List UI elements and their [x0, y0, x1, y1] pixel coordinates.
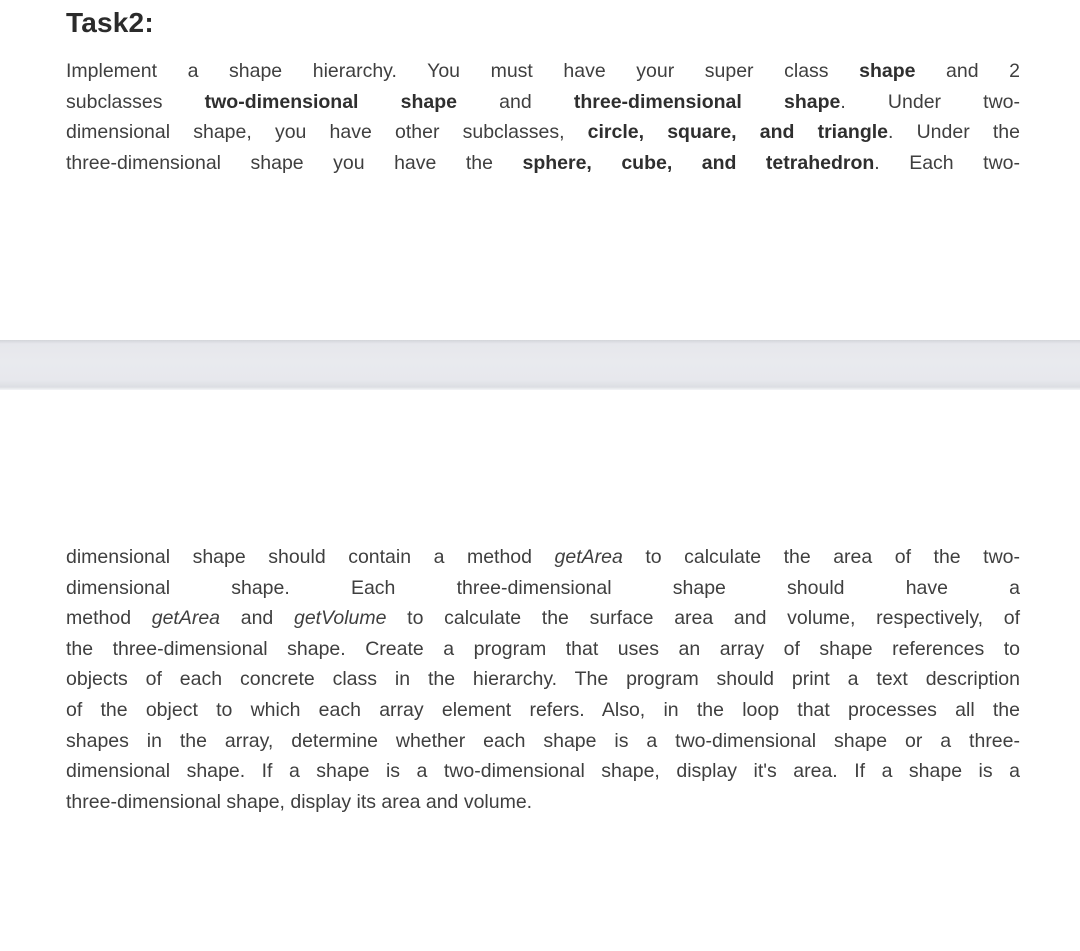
paragraph-1-line-4: three-dimensional shape you have the sph… [66, 148, 1020, 179]
paragraph-2-line-8: dimensional shape. If a shape is a two-d… [66, 756, 1020, 787]
paragraph-2-line-9: three-dimensional shape, display its are… [66, 787, 1020, 818]
p2-l1-text-a: dimensional shape should contain a metho… [66, 546, 555, 568]
p2-l3-text-a: method [66, 607, 152, 630]
page-blank-gap [0, 390, 1080, 540]
p2-l8-text: dimensional shape. If a shape is a two-d… [66, 760, 1020, 783]
p2-l3-italic-getarea: getArea [151, 607, 221, 630]
paragraph-1-line-3: dimensional shape, you have other subcla… [66, 117, 1020, 148]
p2-l3-italic-getvolume: getVolume [293, 607, 387, 630]
task-description-paragraph-1: Implement a shape hierarchy. You must ha… [66, 56, 1020, 178]
p1-l1-text-a: Implement a shape hierarchy. You must ha… [66, 60, 860, 82]
page-title: Task2: [66, 7, 154, 38]
document-page: Task2: Implement a shape hierarchy. You … [0, 0, 1080, 951]
p2-l1-italic-getarea: getArea [554, 546, 623, 568]
p2-l5-text: objects of each concrete class in the hi… [66, 668, 1020, 691]
paragraph-1-line-2: subclasses two-dimensional shape and thr… [66, 87, 1020, 118]
p2-l2-text: dimensional shape. Each three-dimensiona… [66, 576, 1020, 599]
paragraph-2-line-5: objects of each concrete class in the hi… [66, 664, 1020, 695]
p2-l3-text-b: and [220, 607, 294, 630]
p2-l1-text-b: to calculate the area of the two- [622, 546, 1020, 568]
p1-l1-text-b: and 2 [915, 60, 1021, 82]
p1-l4-bold-shapes-3d: sphere, cube, and tetrahedron [522, 151, 875, 174]
p1-l4-text-a: three-dimensional shape you have the [66, 151, 523, 174]
paragraph-2-line-2: dimensional shape. Each three-dimensiona… [66, 573, 1020, 604]
task-description-paragraph-2: dimensional shape should contain a metho… [66, 542, 1020, 817]
p1-l2-text-a: subclasses [66, 90, 205, 113]
paragraph-2-line-6: of the object to which each array elemen… [66, 695, 1020, 726]
p2-l3-text-c: to calculate the surface area and volume… [386, 607, 1020, 630]
p1-l2-gap-b [742, 91, 784, 113]
p1-l2-bold-shape-a: shape [400, 90, 457, 113]
p2-l9-text: three-dimensional shape, display its are… [66, 790, 533, 813]
p2-l4-text: the three-dimensional shape. Create a pr… [66, 637, 1020, 660]
p1-l2-text-b: and [457, 90, 574, 113]
p1-l3-bold-shapes-2d: circle, square, and triangle [587, 121, 889, 144]
p1-l3-text-b: . Under the [888, 121, 1020, 144]
p1-l2-text-c: . Under two- [840, 90, 1021, 113]
p1-l3-text-a: dimensional shape, you have other subcla… [66, 121, 588, 144]
paragraph-2-line-4: the three-dimensional shape. Create a pr… [66, 634, 1020, 665]
page-separator-band [0, 340, 1080, 390]
paragraph-2-line-3: method getArea and getVolume to calculat… [66, 603, 1020, 634]
document-section-bottom: dimensional shape should contain a metho… [0, 540, 1080, 951]
paragraph-2-line-1: dimensional shape should contain a metho… [66, 542, 1020, 573]
p1-l1-bold-shape: shape [859, 60, 916, 82]
p1-l2-bold-shape-b: shape [783, 90, 841, 113]
paragraph-2-line-7: shapes in the array, determine whether e… [66, 726, 1020, 757]
p1-l2-bold-two-dimensional: two-dimensional [204, 90, 359, 113]
p2-l7-text: shapes in the array, determine whether e… [66, 729, 1020, 752]
p2-l6-text: of the object to which each array elemen… [66, 698, 1020, 721]
p1-l4-text-b: . Each two- [874, 151, 1020, 174]
p1-l2-bold-three-dimensional: three-dimensional [573, 90, 742, 113]
document-section-top: Task2: Implement a shape hierarchy. You … [0, 0, 1080, 340]
paragraph-1-line-1: Implement a shape hierarchy. You must ha… [66, 56, 1020, 87]
p1-l2-gap-a [358, 91, 400, 113]
